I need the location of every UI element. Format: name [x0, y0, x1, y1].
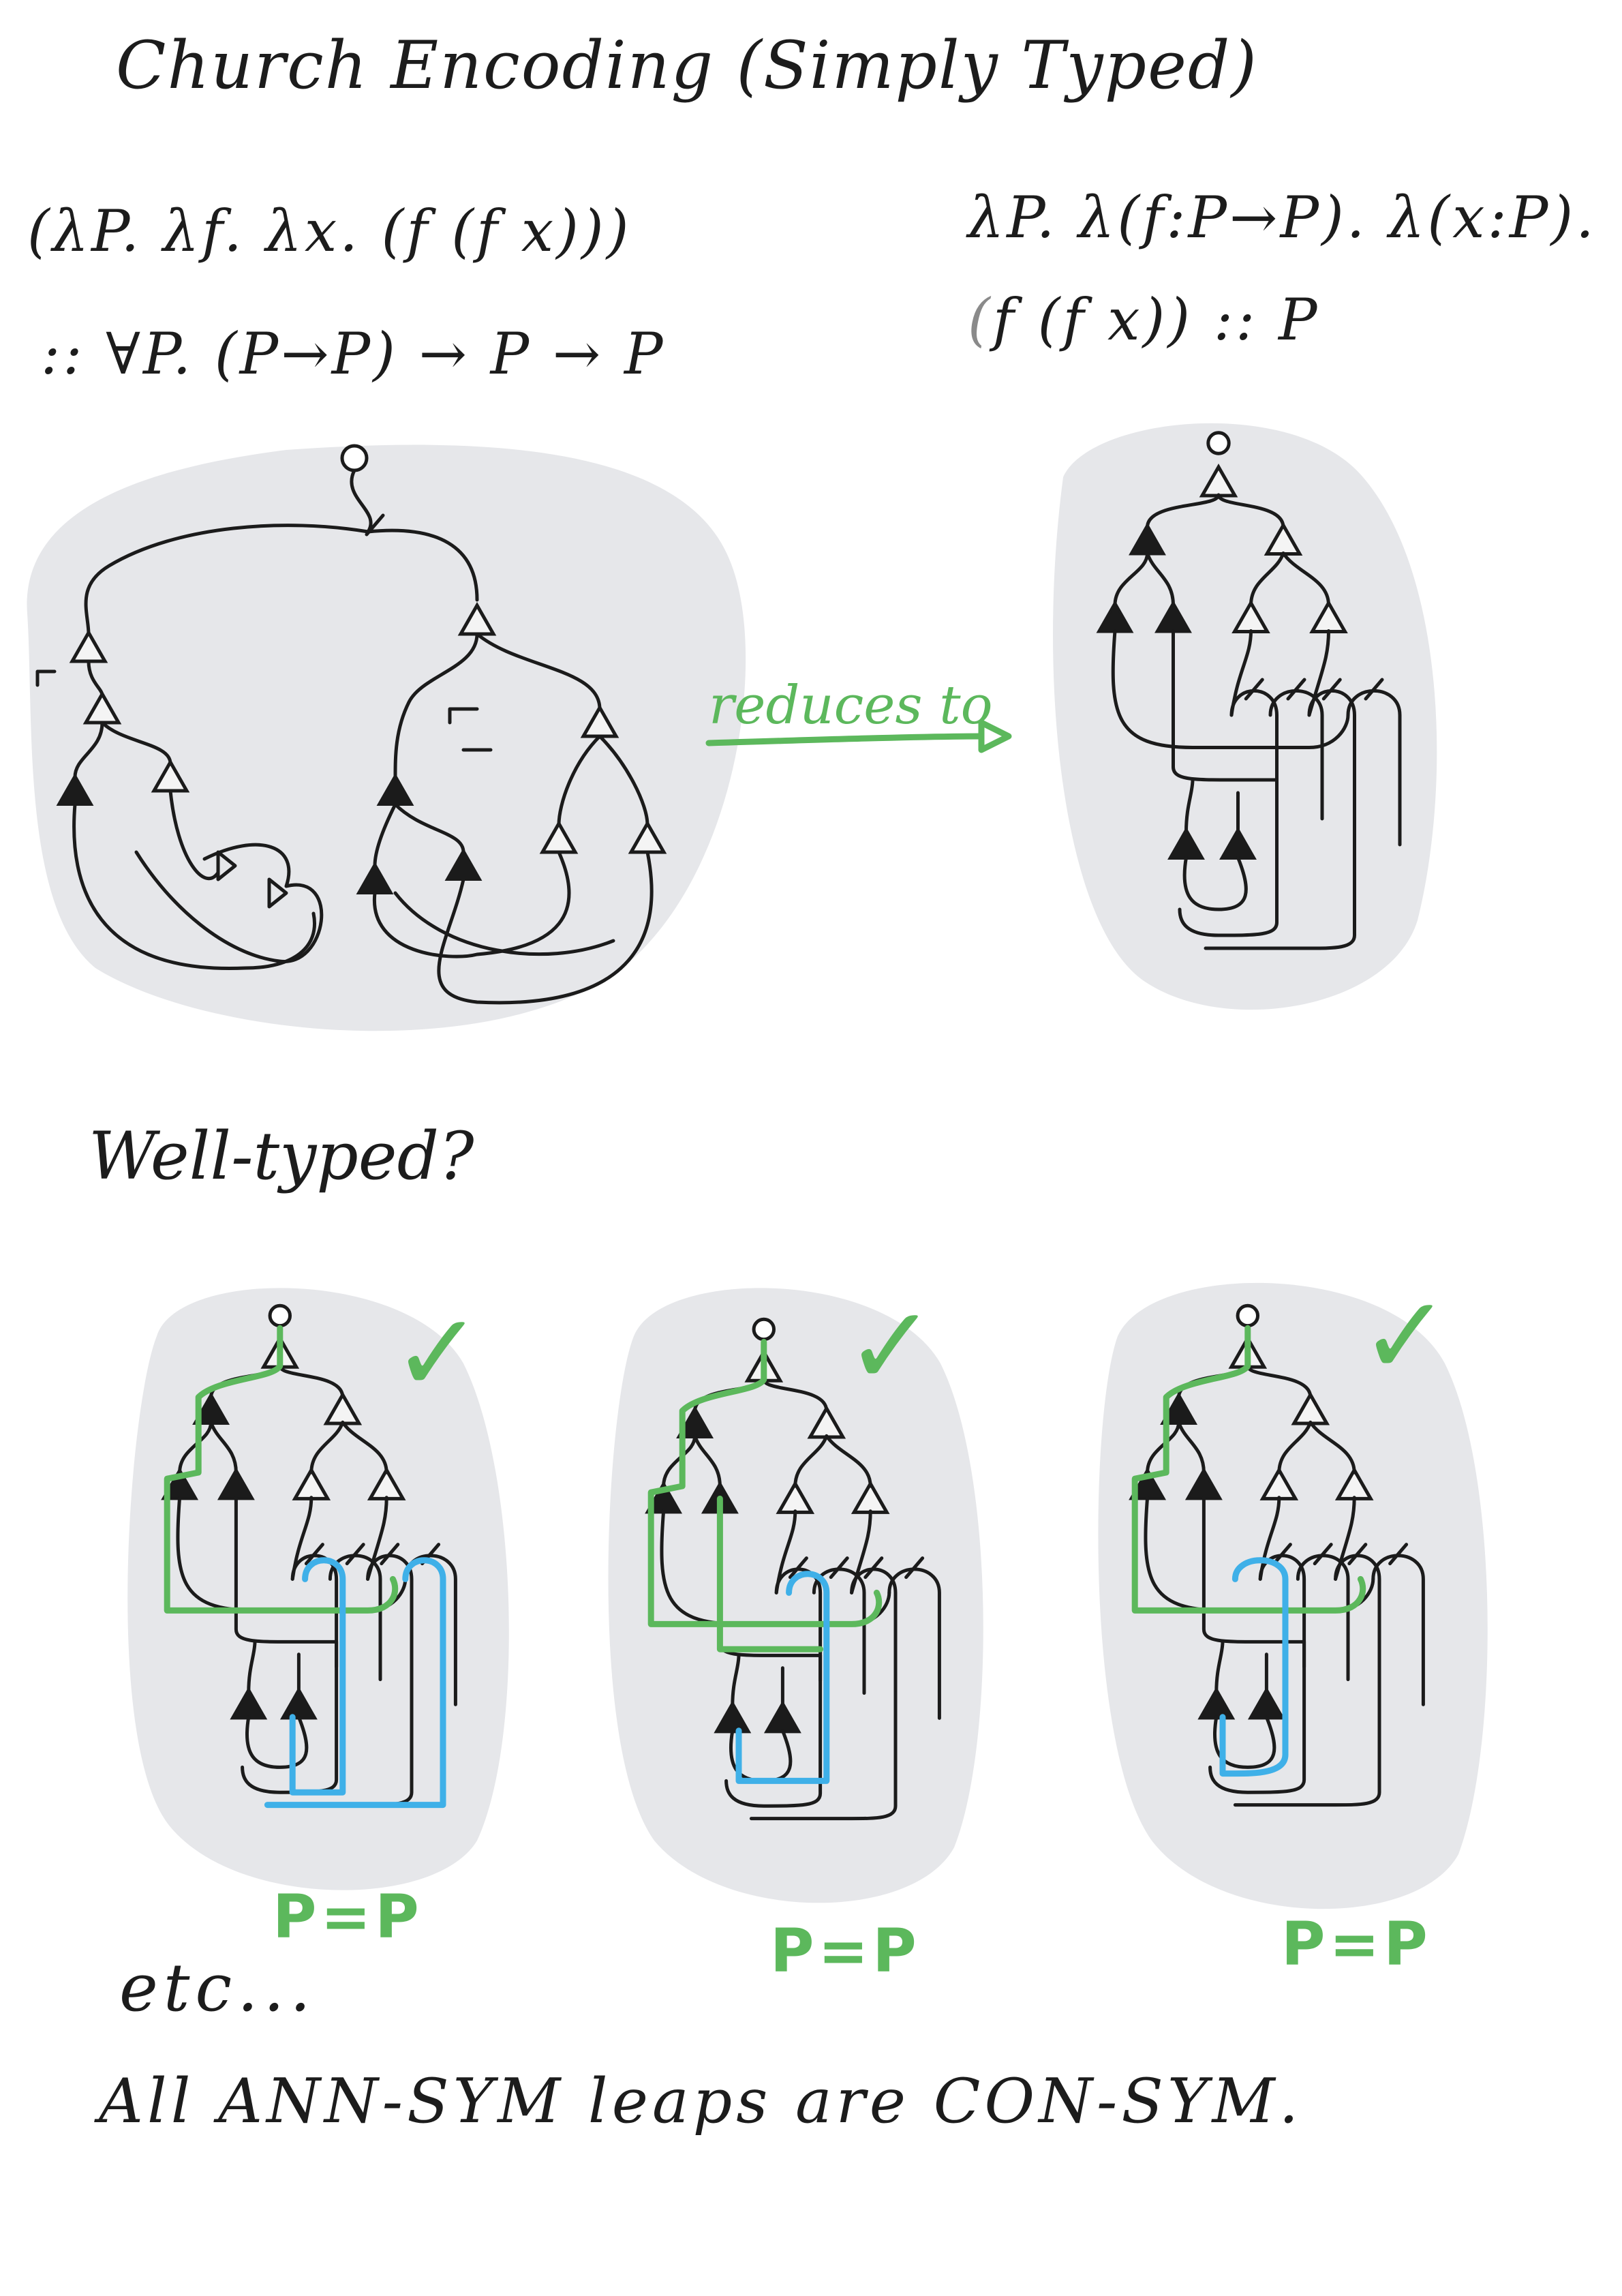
- root-port-icon: [1236, 1303, 1260, 1328]
- page-title: Church Encoding (Simply Typed): [116, 27, 1258, 104]
- reduces-arrow: [705, 733, 985, 746]
- root-port-icon: [340, 444, 369, 472]
- reduced-net-blob: [1053, 423, 1437, 1010]
- conclusion-statement: All ANN-SYM leaps are CON-SYM.: [99, 2066, 1303, 2137]
- typed-term-body: (f (f x)) :: P: [968, 286, 1320, 353]
- untyped-term: (λP. λf. λx. (f (f x))): [27, 198, 632, 265]
- checkmark-icon: ✓: [1360, 1272, 1452, 1400]
- typed-term-body-rest: f (f x)) :: P: [992, 286, 1320, 353]
- typed-term: λP. λ(f:P→P). λ(x:P).: [968, 184, 1597, 251]
- well-typed-heading: Well-typed?: [89, 1118, 474, 1194]
- untyped-term-type: :: ∀P. (P→P) → P → P: [41, 320, 666, 387]
- checkmark-icon: ✓: [845, 1282, 937, 1410]
- typed-term-body-paren: (: [968, 286, 993, 353]
- root-port-icon: [1206, 431, 1231, 455]
- reduces-to-label: reduces to: [709, 675, 993, 736]
- root-port-icon: [268, 1303, 292, 1328]
- root-port-icon: [752, 1317, 776, 1342]
- type-equality-label: P=P: [770, 1916, 921, 1986]
- untyped-net-blob: [27, 444, 746, 1031]
- type-equality-label: P=P: [1281, 1909, 1432, 1979]
- type-equality-label: P=P: [273, 1882, 423, 1952]
- etc-label: etc...: [119, 1950, 316, 2026]
- checkmark-icon: ✓: [392, 1289, 484, 1417]
